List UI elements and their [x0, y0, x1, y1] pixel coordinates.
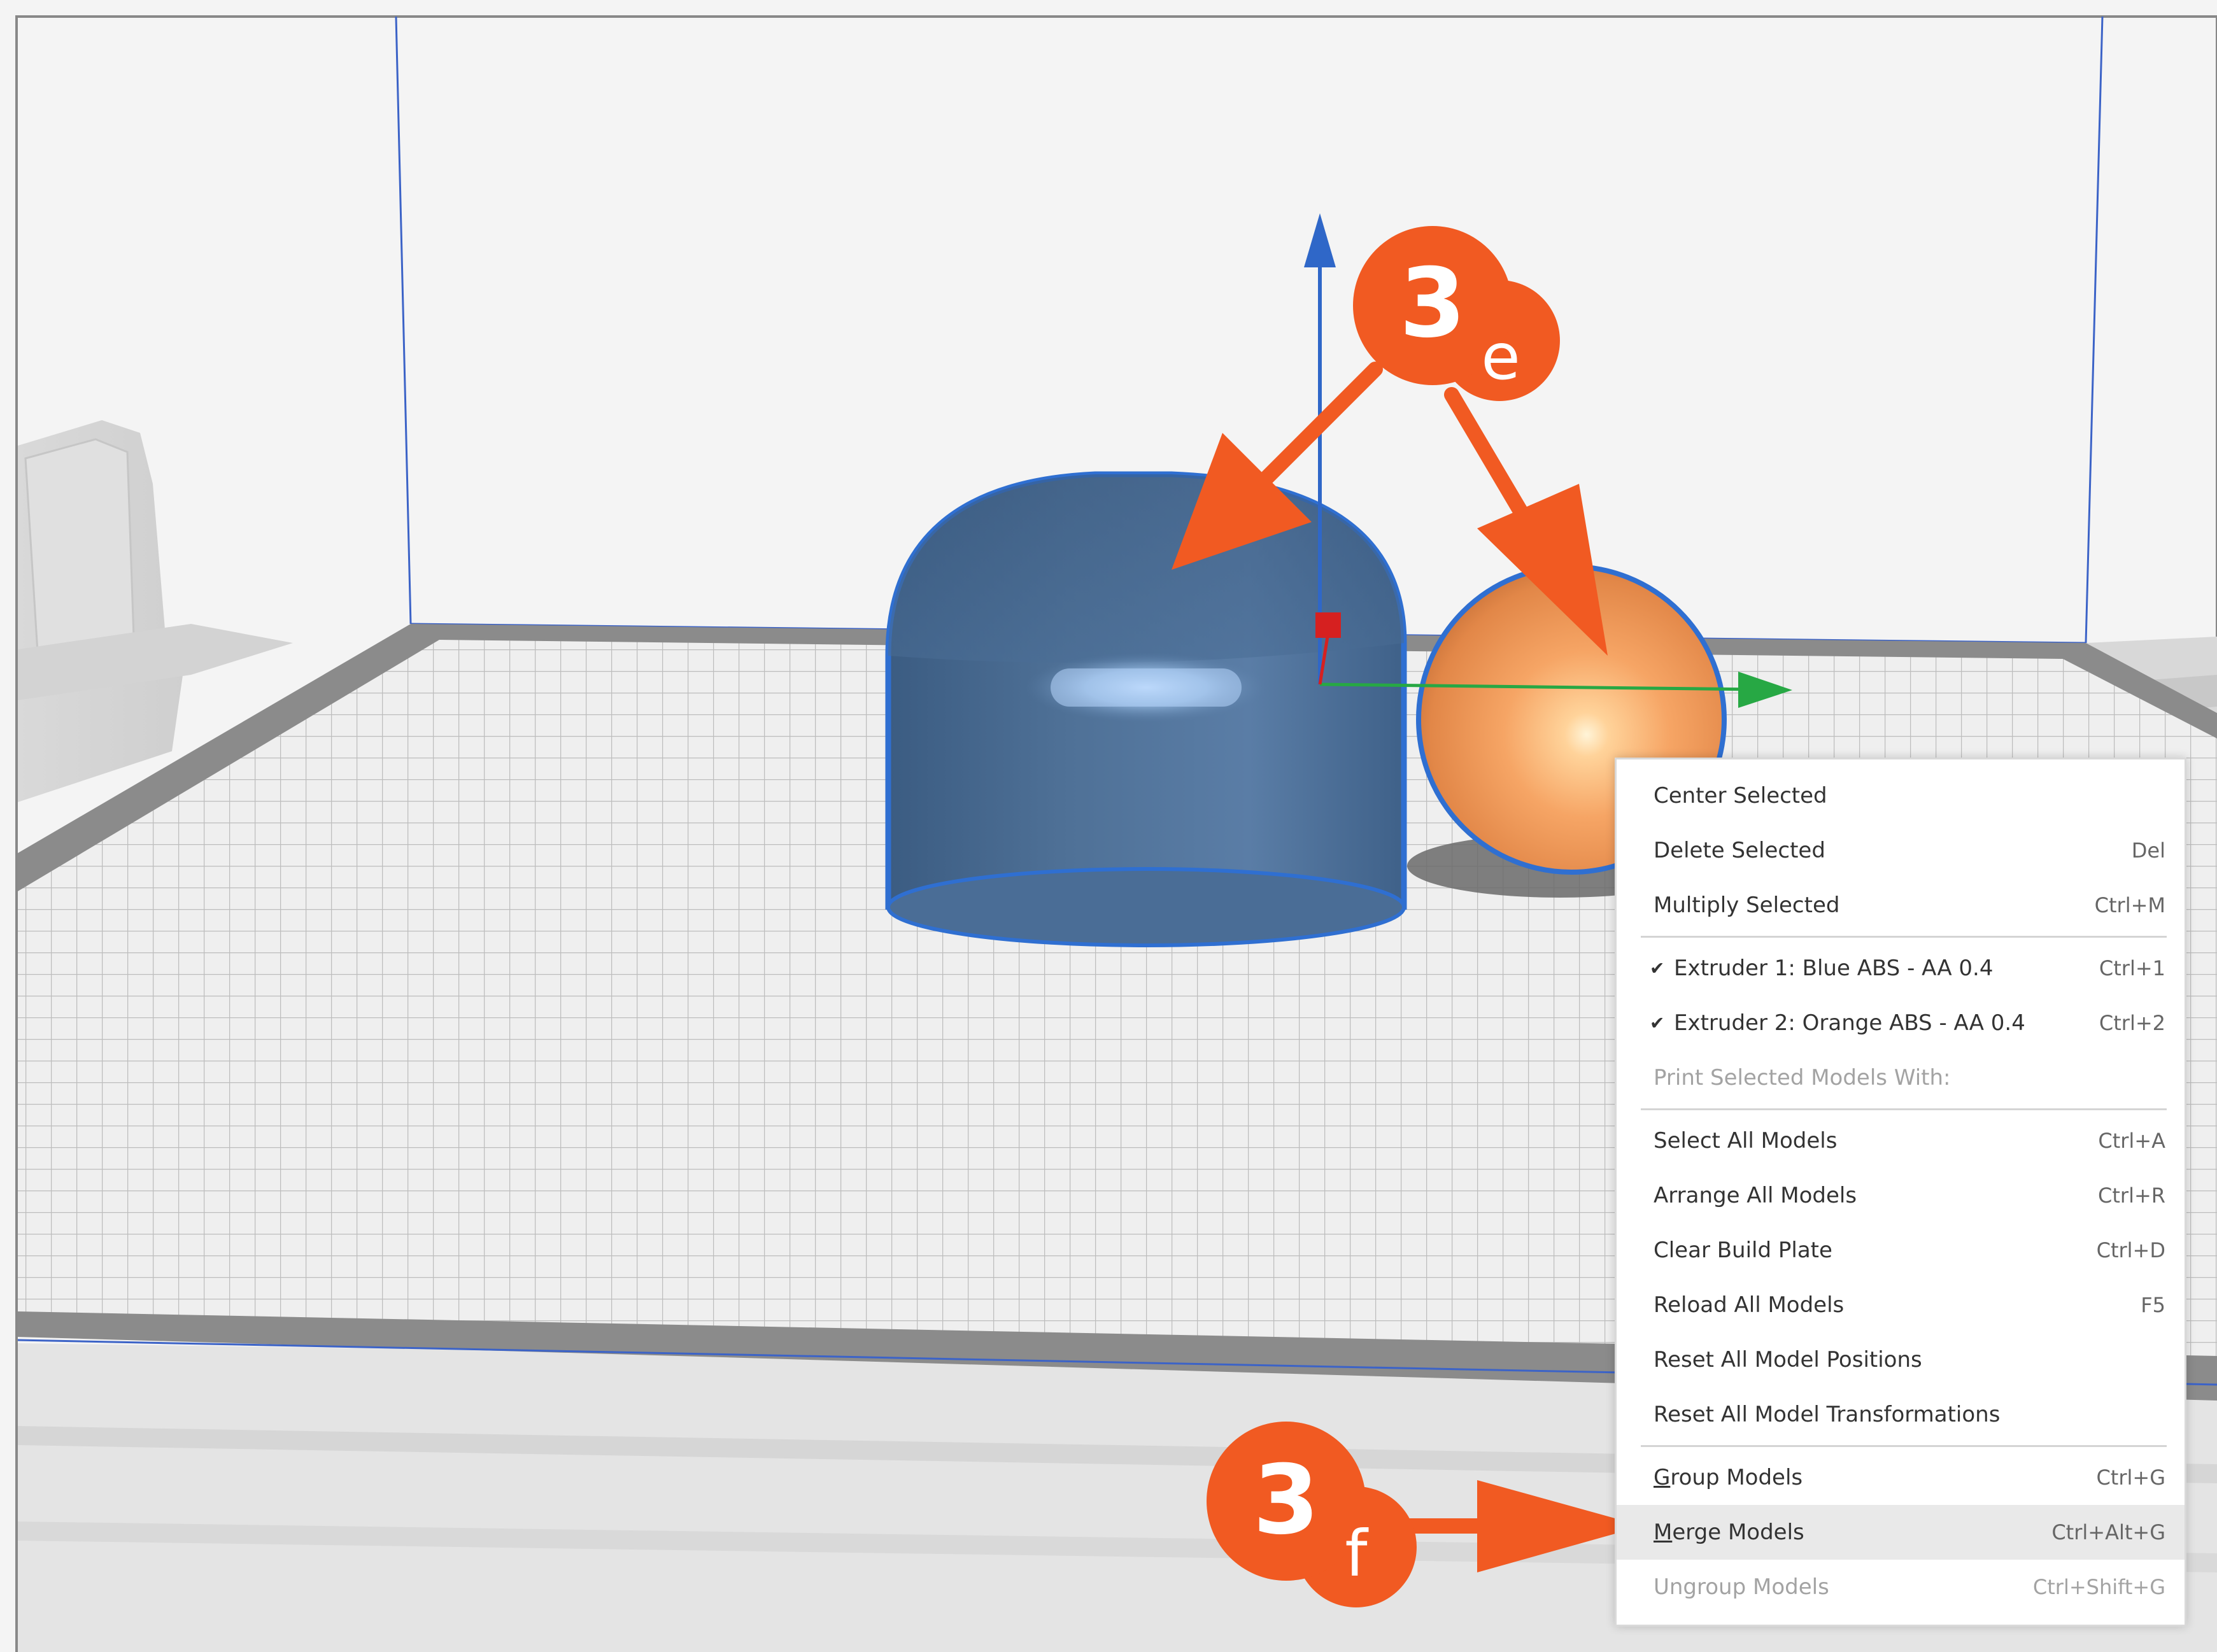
- menu-separator: [1641, 1445, 2167, 1447]
- callout-e-letter: e: [1481, 320, 1520, 394]
- callout-f-number: 3: [1253, 1445, 1319, 1556]
- menu-separator: [1641, 1108, 2167, 1110]
- menu-item-print-selected-with: Print Selected Models With:: [1654, 1065, 1951, 1091]
- menu-item-multiply-selected[interactable]: Multiply Selected Ctrl+M: [1617, 878, 2185, 933]
- checkmark-icon: ✔: [1650, 1012, 1665, 1034]
- menu-item-select-all-models[interactable]: Select All Models Ctrl+A: [1617, 1113, 2185, 1168]
- menu-item-clear-build-plate[interactable]: Clear Build Plate Ctrl+D: [1617, 1223, 2185, 1278]
- context-menu: Center Selected Delete Selected Del Mult…: [1615, 758, 2186, 1627]
- callout-e-number: 3: [1399, 248, 1466, 359]
- menu-item-ungroup-models: Ungroup Models Ctrl+Shift+G: [1654, 1574, 2165, 1600]
- menu-item-group-models[interactable]: Group Models Ctrl+G: [1617, 1450, 2185, 1505]
- menu-item-reset-all-model-transformations[interactable]: Reset All Model Transformations: [1617, 1387, 2185, 1442]
- menu-item-delete-selected[interactable]: Delete Selected Del: [1617, 823, 2185, 878]
- menu-item-extruder-1[interactable]: ✔ Extruder 1: Blue ABS - AA 0.4 Ctrl+1: [1617, 941, 2185, 996]
- menu-item-arrange-all-models[interactable]: Arrange All Models Ctrl+R: [1617, 1168, 2185, 1223]
- menu-item-reload-all-models[interactable]: Reload All Models F5: [1617, 1278, 2185, 1332]
- y-axis-handle[interactable]: [1315, 612, 1341, 638]
- menu-item-extruder-2[interactable]: ✔ Extruder 2: Orange ABS - AA 0.4 Ctrl+2: [1617, 996, 2185, 1050]
- menu-item-reset-all-model-positions[interactable]: Reset All Model Positions: [1617, 1332, 2185, 1387]
- menu-item-center-selected[interactable]: Center Selected: [1617, 768, 2185, 823]
- cura-window: 3 e 3 f Center Selected Delete Selected …: [0, 0, 2217, 1652]
- callout-f-letter: f: [1345, 1516, 1369, 1591]
- menu-item-merge-models[interactable]: Merge Models Ctrl+Alt+G: [1617, 1505, 2185, 1560]
- menu-separator: [1641, 936, 2167, 938]
- blue-model[interactable]: [885, 471, 1407, 947]
- checkmark-icon: ✔: [1650, 957, 1665, 979]
